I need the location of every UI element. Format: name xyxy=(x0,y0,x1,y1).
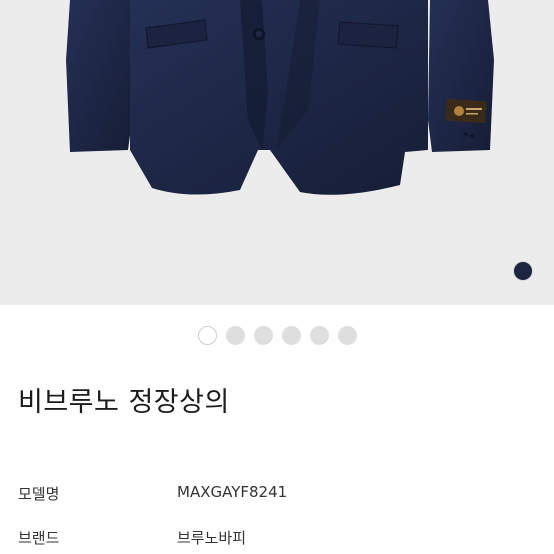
pagination-dot[interactable] xyxy=(338,326,357,345)
pagination-dot[interactable] xyxy=(226,326,245,345)
color-swatch-navy[interactable] xyxy=(514,262,532,280)
product-image[interactable] xyxy=(0,0,554,305)
spec-label: 브랜드 xyxy=(18,529,60,547)
pagination-dot[interactable] xyxy=(254,326,273,345)
pagination-dot[interactable] xyxy=(310,326,329,345)
spec-label: 모델명 xyxy=(18,485,60,503)
pagination-dot[interactable] xyxy=(198,326,217,345)
spec-value: 브루노바피 xyxy=(177,529,247,547)
pagination-dot[interactable] xyxy=(282,326,301,345)
image-pagination xyxy=(198,326,357,346)
product-title: 비브루노 정장상의 xyxy=(18,387,230,418)
jacket-illustration xyxy=(66,0,494,195)
spec-value: MAXGAYF8241 xyxy=(177,483,288,501)
